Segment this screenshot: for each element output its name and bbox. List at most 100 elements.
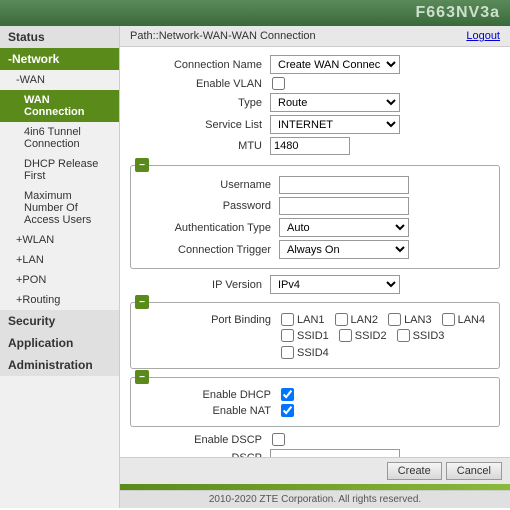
content-body: Connection Name Create WAN Connection En…: [120, 47, 510, 457]
ip-version-select[interactable]: IPv4: [270, 275, 400, 294]
conn-trigger-select[interactable]: Always On: [279, 240, 409, 259]
enable-nat-checkbox[interactable]: [281, 404, 294, 417]
auth-type-row: Authentication Type Auto: [139, 218, 491, 237]
breadcrumb: Path::Network-WAN-WAN Connection: [130, 30, 316, 42]
breadcrumb-bar: Path::Network-WAN-WAN Connection Logout: [120, 26, 510, 47]
port-binding-label: Port Binding: [139, 314, 279, 326]
port-ssid2: SSID2: [337, 329, 387, 342]
port-binding-row: Port Binding LAN1 LAN2 LAN3: [139, 313, 491, 326]
dscp-row: DSCP: [130, 449, 500, 457]
copyright: 2010-2020 ZTE Corporation. All rights re…: [120, 490, 510, 508]
port-ssid1: SSID1: [279, 329, 329, 342]
port-ssid3: SSID3: [395, 329, 445, 342]
enable-nat-label: Enable NAT: [139, 405, 279, 417]
connection-name-label: Connection Name: [130, 59, 270, 71]
conn-trigger-label: Connection Trigger: [139, 244, 279, 256]
port-ssid3-label: SSID3: [413, 330, 445, 342]
enable-vlan-label: Enable VLAN: [130, 78, 270, 90]
port-lan2: LAN2: [333, 313, 379, 326]
enable-dhcp-label: Enable DHCP: [139, 389, 279, 401]
type-label: Type: [130, 97, 270, 109]
sidebar-item-routing[interactable]: +Routing: [0, 290, 119, 310]
port-ssid1-label: SSID1: [297, 330, 329, 342]
connection-name-row: Connection Name Create WAN Connection: [130, 55, 500, 74]
sidebar-item-administration[interactable]: Administration: [0, 354, 119, 376]
enable-dhcp-row: Enable DHCP: [139, 388, 491, 401]
sidebar-item-max-users[interactable]: Maximum Number Of Access Users: [0, 186, 119, 230]
port-lan4: LAN4: [440, 313, 486, 326]
sidebar-item-pon[interactable]: +PON: [0, 270, 119, 290]
enable-dscp-row: Enable DSCP: [130, 433, 500, 446]
sidebar: Status -Network -WAN WAN Connection 4in6…: [0, 26, 120, 508]
enable-dscp-label: Enable DSCP: [130, 434, 270, 446]
mtu-label: MTU: [130, 140, 270, 152]
port-lan3-label: LAN3: [404, 314, 432, 326]
logout-link[interactable]: Logout: [466, 30, 500, 42]
auth-type-select[interactable]: Auto: [279, 218, 409, 237]
port-lan1-label: LAN1: [297, 314, 325, 326]
type-select[interactable]: Route: [270, 93, 400, 112]
username-input[interactable]: [279, 176, 409, 194]
type-row: Type Route: [130, 93, 500, 112]
enable-vlan-checkbox[interactable]: [272, 77, 285, 90]
ssid-list: SSID1 SSID2 SSID3 SSID4: [279, 329, 491, 359]
ppp-group: − Username Password Authentication Type …: [130, 165, 500, 269]
port-ssid1-checkbox[interactable]: [281, 329, 294, 342]
sidebar-item-security[interactable]: Security: [0, 310, 119, 332]
service-list-row: Service List INTERNET: [130, 115, 500, 134]
connection-name-select[interactable]: Create WAN Connection: [270, 55, 400, 74]
password-label: Password: [139, 200, 279, 212]
conn-trigger-row: Connection Trigger Always On: [139, 240, 491, 259]
username-label: Username: [139, 179, 279, 191]
port-lan3-checkbox[interactable]: [388, 313, 401, 326]
port-ssid4: SSID4: [279, 346, 329, 359]
mtu-row: MTU: [130, 137, 500, 155]
port-lan1: LAN1: [279, 313, 325, 326]
sidebar-item-status[interactable]: Status: [0, 26, 119, 48]
sidebar-item-wlan[interactable]: +WLAN: [0, 230, 119, 250]
create-button[interactable]: Create: [387, 462, 442, 480]
main-layout: Status -Network -WAN WAN Connection 4in6…: [0, 26, 510, 508]
enable-dhcp-checkbox[interactable]: [281, 388, 294, 401]
header: F663NV3a: [0, 0, 510, 26]
port-lan2-label: LAN2: [351, 314, 379, 326]
service-list-label: Service List: [130, 119, 270, 131]
port-binding-toggle[interactable]: −: [135, 295, 149, 309]
port-lan3: LAN3: [386, 313, 432, 326]
enable-vlan-row: Enable VLAN: [130, 77, 500, 90]
sidebar-item-4in6-tunnel[interactable]: 4in6 Tunnel Connection: [0, 122, 119, 154]
port-ssid4-label: SSID4: [297, 347, 329, 359]
password-input[interactable]: [279, 197, 409, 215]
port-binding-group: − Port Binding LAN1 LAN2: [130, 302, 500, 369]
ip-version-label: IP Version: [130, 279, 270, 291]
port-lan4-label: LAN4: [458, 314, 486, 326]
content-area: Path::Network-WAN-WAN Connection Logout …: [120, 26, 510, 508]
sidebar-item-dhcp-release[interactable]: DHCP Release First: [0, 154, 119, 186]
mtu-input[interactable]: [270, 137, 350, 155]
service-list-select[interactable]: INTERNET: [270, 115, 400, 134]
dscp-input[interactable]: [270, 449, 400, 457]
enable-dscp-checkbox[interactable]: [272, 433, 285, 446]
port-ssid-row: SSID1 SSID2 SSID3 SSID4: [139, 329, 491, 359]
auth-type-label: Authentication Type: [139, 222, 279, 234]
enable-nat-row: Enable NAT: [139, 404, 491, 417]
username-row: Username: [139, 176, 491, 194]
sidebar-item-network[interactable]: -Network: [0, 48, 119, 70]
port-lan1-checkbox[interactable]: [281, 313, 294, 326]
port-lan4-checkbox[interactable]: [442, 313, 455, 326]
dhcp-nat-toggle[interactable]: −: [135, 370, 149, 384]
port-lan2-checkbox[interactable]: [335, 313, 348, 326]
cancel-button[interactable]: Cancel: [446, 462, 502, 480]
sidebar-item-lan[interactable]: +LAN: [0, 250, 119, 270]
sidebar-item-wan[interactable]: -WAN: [0, 70, 119, 90]
port-ssid2-label: SSID2: [355, 330, 387, 342]
port-list: LAN1 LAN2 LAN3 LAN4: [279, 313, 489, 326]
sidebar-item-application[interactable]: Application: [0, 332, 119, 354]
header-title: F663NV3a: [416, 4, 501, 21]
port-ssid3-checkbox[interactable]: [397, 329, 410, 342]
sidebar-item-wan-connection[interactable]: WAN Connection: [0, 90, 119, 122]
port-ssid2-checkbox[interactable]: [339, 329, 352, 342]
ppp-toggle[interactable]: −: [135, 158, 149, 172]
password-row: Password: [139, 197, 491, 215]
port-ssid4-checkbox[interactable]: [281, 346, 294, 359]
